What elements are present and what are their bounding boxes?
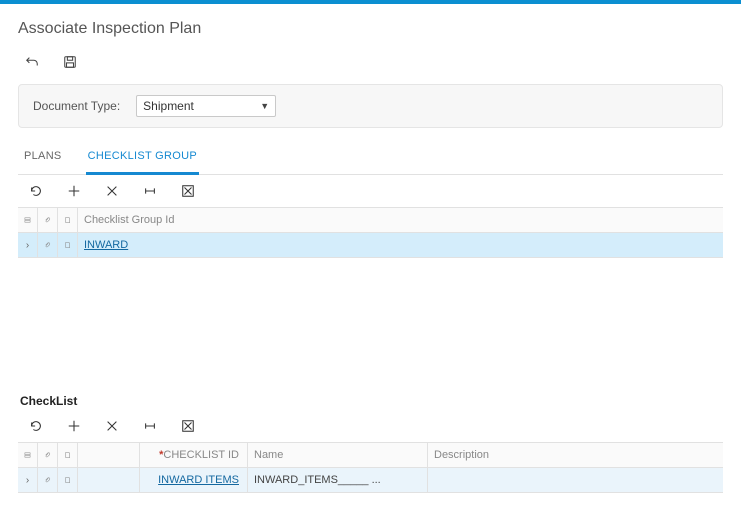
row2-expand-toggle[interactable]: › [18,468,38,492]
filter-bar: Document Type: Shipment ▼ [18,84,723,128]
page-container: Associate Inspection Plan Document Type:… [0,4,741,493]
grid2-header-description[interactable]: Description [428,443,608,467]
delete-button[interactable] [104,183,120,199]
row2-description [428,468,608,492]
checklist-id-link[interactable]: INWARD ITEMS [158,474,239,486]
header-note-icon[interactable] [58,208,78,232]
row2-attachment-icon[interactable] [38,468,58,492]
header2-attachment-icon[interactable] [38,443,58,467]
checklist-grid: CHECKLIST ID Name Description › INWARD I… [18,443,723,493]
grid2-toolbar [18,410,723,443]
column-select-button-2[interactable] [142,418,158,434]
header-expand-icon[interactable] [18,208,38,232]
grid1-header-checklist-group-id[interactable]: Checklist Group Id [78,208,223,232]
tab-checklist-group[interactable]: CHECKLIST GROUP [86,142,199,175]
header2-note-icon[interactable] [58,443,78,467]
header-attachment-icon[interactable] [38,208,58,232]
tab-plans[interactable]: PLANS [22,142,64,175]
document-type-label: Document Type: [33,99,120,113]
checklist-group-grid: Checklist Group Id › INWARD [18,208,723,258]
grid1-toolbar [18,175,723,208]
row2-checklist-id: INWARD ITEMS [140,468,248,492]
checklist-section-title: CheckList [18,388,723,410]
header2-expand-icon[interactable] [18,443,38,467]
row-expand-toggle[interactable]: › [18,233,38,257]
refresh-button[interactable] [28,183,44,199]
grid1-header-row: Checklist Group Id [18,208,723,233]
save-button[interactable] [62,54,78,70]
row2-note-icon[interactable] [58,468,78,492]
caret-down-icon: ▼ [260,101,269,111]
page-toolbar [18,48,723,84]
add-button[interactable] [66,183,82,199]
page-title: Associate Inspection Plan [18,20,723,38]
export-button-2[interactable] [180,418,196,434]
row-checklist-group-id: INWARD [78,233,223,257]
document-type-select[interactable]: Shipment ▼ [136,95,276,117]
refresh-button-2[interactable] [28,418,44,434]
undo-button[interactable] [24,54,40,70]
export-button[interactable] [180,183,196,199]
add-button-2[interactable] [66,418,82,434]
grid1-row[interactable]: › INWARD [18,233,723,258]
grid2-header-checklist-id[interactable]: CHECKLIST ID [140,443,248,467]
row2-name: INWARD_ITEMS_____ ... [248,468,428,492]
grid2-header-row: CHECKLIST ID Name Description [18,443,723,468]
row2-spacer [78,468,140,492]
column-select-button[interactable] [142,183,158,199]
tab-bar: PLANS CHECKLIST GROUP [18,142,723,175]
header2-spacer [78,443,140,467]
grid2-row[interactable]: › INWARD ITEMS INWARD_ITEMS_____ ... [18,468,723,493]
grid2-header-name[interactable]: Name [248,443,428,467]
checklist-group-link[interactable]: INWARD [84,239,128,251]
document-type-value: Shipment [143,99,194,113]
spacer [18,258,723,388]
row-attachment-icon[interactable] [38,233,58,257]
row-note-icon[interactable] [58,233,78,257]
delete-button-2[interactable] [104,418,120,434]
